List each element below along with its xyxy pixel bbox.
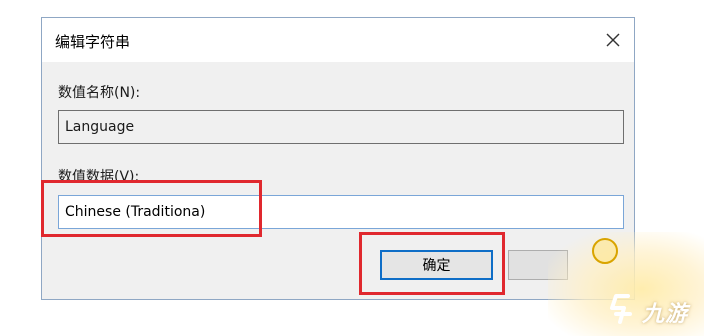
value-data-highlight (41, 180, 262, 237)
watermark: 九游 (606, 290, 702, 330)
screenshot-stage: 编辑字符串 数值名称(N): Language 数值数据(V): 确定 九游 (0, 0, 704, 336)
dialog-titlebar[interactable]: 编辑字符串 (42, 18, 634, 62)
dialog-title: 编辑字符串 (55, 33, 131, 51)
close-icon (606, 33, 620, 47)
edit-string-dialog: 编辑字符串 数值名称(N): Language 数值数据(V): 确定 (41, 17, 635, 300)
value-name-label: 数值名称(N): (58, 85, 141, 101)
value-name-field: Language (58, 110, 624, 144)
help-icon (592, 238, 618, 264)
watermark-text: 九游 (642, 302, 689, 327)
ok-button-highlight (359, 232, 505, 295)
jiuyou-logo-icon (610, 294, 632, 324)
close-button[interactable] (598, 26, 628, 54)
value-name-text: Language (65, 119, 135, 135)
